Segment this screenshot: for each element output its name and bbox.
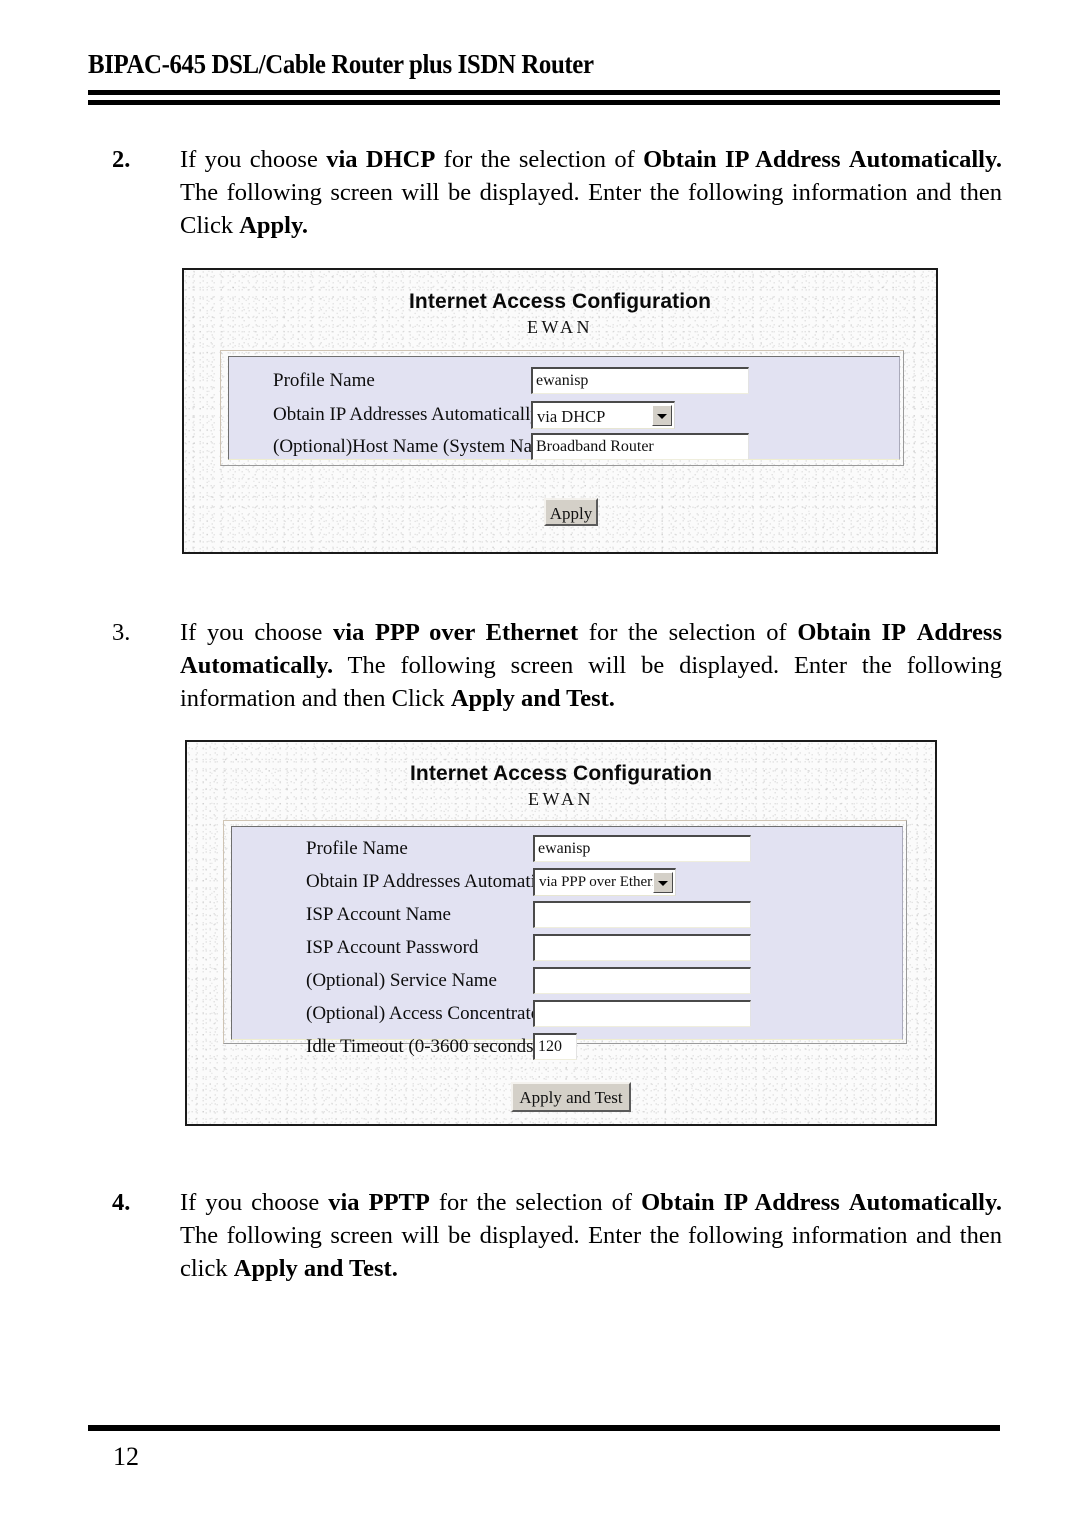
- step-3-line1-c: for the selection of: [578, 619, 798, 646]
- step-2-line3-b: Apply.: [239, 212, 308, 239]
- dhcp-obtain-ip-label: Obtain IP Addresses Automatically: [273, 404, 540, 425]
- pppoe-obtain-ip-selected-value: via PPP over Ethernet: [539, 874, 671, 890]
- pppoe-service-name-label: (Optional) Service Name: [306, 970, 497, 991]
- dhcp-row-obtain-ip: Obtain IP Addresses Automatically via DH…: [229, 399, 899, 433]
- dhcp-host-name-label: (Optional)Host Name (System Name): [273, 436, 562, 457]
- pppoe-config-title: Internet Access Configuration: [410, 762, 712, 785]
- step-4-line3-b: Apply and Test.: [233, 1255, 398, 1282]
- step-2-line1-c: for the selection of: [435, 146, 644, 173]
- step-3-text: If you choose via PPP over Ethernet for …: [180, 616, 1002, 715]
- dhcp-apply-button[interactable]: Apply: [544, 498, 598, 526]
- pppoe-row-obtain-ip: Obtain IP Addresses Automatically via PP…: [232, 866, 902, 900]
- pppoe-row-service-name: (Optional) Service Name: [232, 965, 902, 999]
- screenshot-pppoe-config: Internet Access Configuration EWAN Profi…: [185, 740, 937, 1126]
- step-2-line2-b: The following screen will be displayed. …: [180, 179, 680, 206]
- dhcp-row-host-name: (Optional)Host Name (System Name) Broadb…: [229, 431, 899, 465]
- step-3-number: 3.: [112, 619, 131, 646]
- header-title: BIPAC-645 DSL/Cable Router plus ISDN Rou…: [88, 49, 594, 79]
- step-2-line2-a: Automatically.: [848, 146, 1002, 173]
- step-4-line1-b: via PPTP: [328, 1189, 430, 1216]
- dhcp-config-subtitle: EWAN: [527, 317, 593, 337]
- pppoe-isp-account-password-input[interactable]: [533, 934, 751, 961]
- step-3-line1-d: Obtain IP: [797, 619, 907, 646]
- step-3-line3-b: Apply and Test.: [450, 685, 615, 712]
- dhcp-config-title: Internet Access Configuration: [409, 290, 711, 313]
- pppoe-row-isp-account-name: ISP Account Name: [232, 899, 902, 933]
- pppoe-row-access-concentrator: (Optional) Access Concentrator Name: [232, 998, 902, 1032]
- dhcp-form-panel: Profile Name ewanisp Obtain IP Addresses…: [228, 356, 900, 460]
- pppoe-idle-timeout-input[interactable]: 120: [533, 1033, 577, 1060]
- pppoe-row-isp-account-password: ISP Account Password: [232, 932, 902, 966]
- document-page: BIPAC-645 DSL/Cable Router plus ISDN Rou…: [0, 0, 1080, 1528]
- pppoe-config-subtitle: EWAN: [528, 789, 594, 809]
- pppoe-idle-timeout-label: Idle Timeout (0-3600 seconds): [306, 1036, 540, 1057]
- step-2-text: If you choose via DHCP for the selection…: [180, 143, 1002, 242]
- dhcp-host-name-input[interactable]: Broadband Router: [531, 433, 749, 460]
- page-header: BIPAC-645 DSL/Cable Router plus ISDN Rou…: [88, 49, 1000, 80]
- step-2-number: 2.: [112, 146, 131, 173]
- step-2-line1-b: via DHCP: [326, 146, 436, 173]
- footer-rule: [88, 1425, 1000, 1431]
- step-3-line1-a: If you choose: [180, 619, 334, 646]
- step-4-text: If you choose via PPTP for the selection…: [180, 1186, 1002, 1285]
- pppoe-row-profile-name: Profile Name ewanisp: [232, 833, 902, 867]
- step-4-line2-b: The following screen will be displayed. …: [180, 1222, 680, 1249]
- header-rule-bottom: [88, 100, 1000, 105]
- step-4-line1-d: Obtain IP Address: [641, 1189, 840, 1216]
- header-rule-top: [88, 90, 1000, 95]
- chevron-down-icon[interactable]: [652, 405, 672, 426]
- step-2-paragraph: 2. If you choose via DHCP for the select…: [112, 143, 1002, 242]
- pppoe-isp-account-password-label: ISP Account Password: [306, 937, 479, 958]
- pppoe-isp-account-name-input[interactable]: [533, 901, 751, 928]
- dhcp-profile-name-input[interactable]: ewanisp: [531, 367, 749, 394]
- step-3-line1-b: via PPP over Ethernet: [333, 619, 579, 646]
- step-4-line1-a: If you choose: [180, 1189, 329, 1216]
- step-3-paragraph: 3. If you choose via PPP over Ethernet f…: [112, 616, 1002, 715]
- screenshot-dhcp-config: Internet Access Configuration EWAN Profi…: [182, 268, 938, 554]
- pppoe-obtain-ip-select[interactable]: via PPP over Ethernet: [533, 868, 676, 896]
- pppoe-access-concentrator-input[interactable]: [533, 1000, 751, 1027]
- pppoe-profile-name-label: Profile Name: [306, 838, 408, 859]
- step-2-line1-d: Obtain IP Address: [643, 146, 841, 173]
- pppoe-row-idle-timeout: Idle Timeout (0-3600 seconds) 120: [232, 1031, 902, 1065]
- chevron-down-icon[interactable]: [653, 872, 673, 893]
- pppoe-service-name-input[interactable]: [533, 967, 751, 994]
- pppoe-isp-account-name-label: ISP Account Name: [306, 904, 451, 925]
- dhcp-profile-name-label: Profile Name: [273, 370, 375, 391]
- pppoe-form-panel: Profile Name ewanisp Obtain IP Addresses…: [231, 826, 903, 1060]
- step-4-line2-a: Automatically.: [848, 1189, 1003, 1216]
- step-4-line1-c: for the selection of: [429, 1189, 642, 1216]
- page-number: 12: [113, 1442, 139, 1471]
- step-2-line1-a: If you choose: [180, 146, 327, 173]
- pppoe-profile-name-input[interactable]: ewanisp: [533, 835, 751, 862]
- dhcp-obtain-ip-select[interactable]: via DHCP: [531, 401, 675, 429]
- step-3-line2-b: The following screen will be displayed. …: [333, 652, 848, 679]
- dhcp-row-profile-name: Profile Name ewanisp: [229, 365, 899, 399]
- pppoe-apply-and-test-button[interactable]: Apply and Test: [511, 1082, 631, 1112]
- step-4-paragraph: 4. If you choose via PPTP for the select…: [112, 1186, 1002, 1285]
- dhcp-obtain-ip-selected-value: via DHCP: [537, 407, 606, 426]
- step-4-number: 4.: [112, 1189, 131, 1216]
